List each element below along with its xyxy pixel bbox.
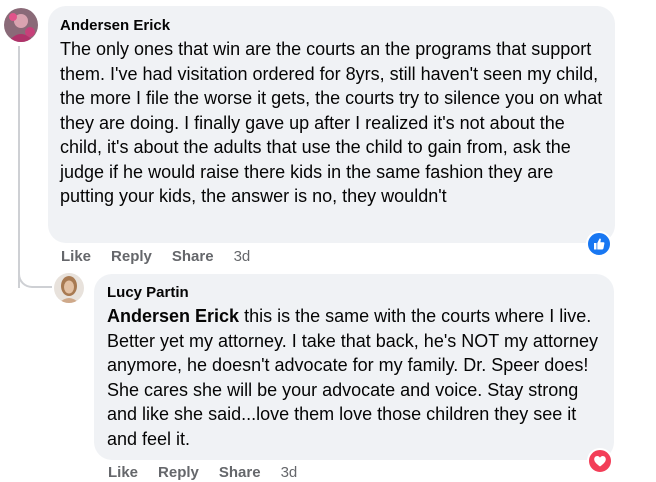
comment-actions: Like Reply Share 3d — [61, 246, 270, 266]
reply-avatar[interactable] — [54, 273, 84, 303]
reply-reply-button[interactable]: Reply — [158, 464, 199, 481]
reply-like-button[interactable]: Like — [108, 464, 138, 481]
reply-mention-link[interactable]: Andersen Erick — [107, 306, 239, 326]
reply-timestamp[interactable]: 3d — [281, 464, 298, 481]
reply-bubble: Lucy Partin Andersen Erick this is the s… — [94, 274, 614, 460]
thread-line — [18, 46, 20, 288]
comment-bubble: Andersen Erick The only ones that win ar… — [48, 6, 615, 243]
reply-share-button[interactable]: Share — [219, 464, 261, 481]
thread-connector — [18, 264, 52, 288]
comment-timestamp[interactable]: 3d — [234, 248, 251, 265]
commenter-avatar[interactable] — [4, 8, 38, 42]
love-reaction-badge[interactable] — [587, 448, 613, 474]
comment-author[interactable]: Andersen Erick — [60, 16, 603, 36]
like-reaction-badge[interactable] — [586, 231, 612, 257]
reply-actions: Like Reply Share 3d — [108, 462, 317, 482]
reply-body: this is the same with the courts where I… — [107, 306, 598, 449]
reply-text: Andersen Erick this is the same with the… — [107, 304, 601, 451]
comment-text: The only ones that win are the courts an… — [60, 39, 603, 206]
love-icon — [594, 456, 606, 467]
comment-like-button[interactable]: Like — [61, 248, 91, 265]
comment-reply-button[interactable]: Reply — [111, 248, 152, 265]
reply-author[interactable]: Lucy Partin — [107, 283, 601, 303]
like-icon — [594, 238, 605, 250]
comment-share-button[interactable]: Share — [172, 248, 214, 265]
